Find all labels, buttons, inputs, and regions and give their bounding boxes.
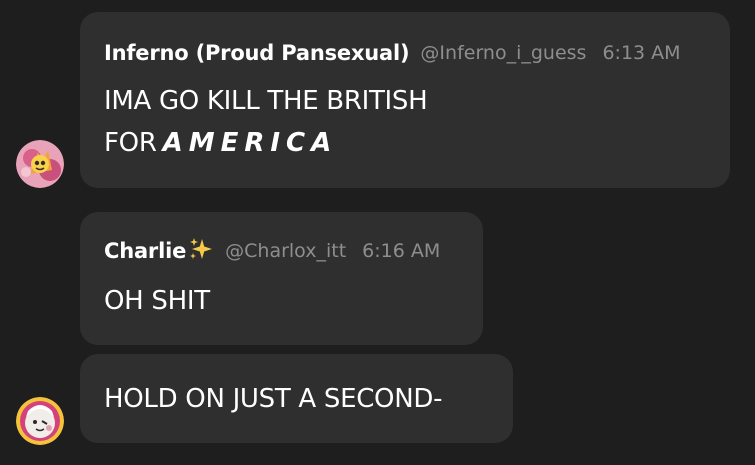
- message-text: IMA GO KILL THE BRITISH FOR AMERICA: [104, 80, 428, 164]
- inferno-avatar[interactable]: [16, 140, 64, 188]
- message-line-2-prefix: FOR: [104, 128, 157, 158]
- message-bubble-charlie[interactable]: Charlie @Charlox_itt 6:16 AM OH SHIT: [80, 212, 483, 345]
- message-bubble-continuation[interactable]: HOLD ON JUST A SECOND-: [80, 354, 513, 443]
- author-handle[interactable]: @Charlox_itt: [225, 240, 346, 262]
- chat-view: Inferno (Proud Pansexual) @Inferno_i_gue…: [0, 0, 755, 465]
- message-emphasis-text: AMERICA: [162, 128, 338, 158]
- author-name[interactable]: Charlie: [104, 239, 186, 263]
- message-line-2: FOR AMERICA: [104, 122, 427, 164]
- message-bubble-inferno[interactable]: Inferno (Proud Pansexual) @Inferno_i_gue…: [80, 12, 730, 188]
- message-line-1: IMA GO KILL THE BRITISH: [104, 86, 428, 116]
- message-text: HOLD ON JUST A SECOND-: [104, 384, 443, 414]
- inferno-avatar-icon: [16, 140, 64, 188]
- author-handle[interactable]: @Inferno_i_guess: [420, 42, 586, 64]
- message-timestamp: 6:13 AM: [602, 42, 681, 64]
- message-text: OH SHIT: [104, 286, 210, 316]
- sparkles-icon: [188, 236, 214, 266]
- message-header: Inferno (Proud Pansexual) @Inferno_i_gue…: [104, 40, 681, 66]
- message-header: Charlie @Charlox_itt 6:16 AM: [104, 238, 440, 264]
- message-timestamp: 6:16 AM: [362, 240, 441, 262]
- author-name[interactable]: Inferno (Proud Pansexual): [104, 41, 410, 65]
- charlie-avatar[interactable]: [16, 397, 64, 445]
- charlie-avatar-icon: [16, 397, 64, 445]
